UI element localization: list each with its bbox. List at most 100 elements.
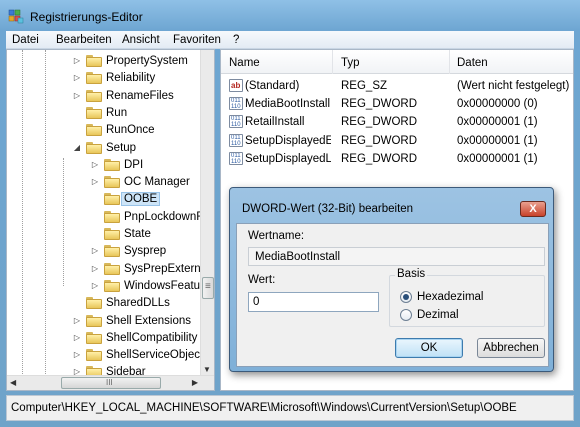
tree-item[interactable]: Run — [7, 105, 207, 122]
tree-item[interactable]: ▷ Reliability — [7, 70, 207, 87]
tree-item-label[interactable]: RenameFiles — [106, 90, 174, 102]
tree-item[interactable]: State — [7, 226, 207, 243]
tree-item[interactable]: OOBE — [7, 191, 207, 208]
column-header-data[interactable]: Daten — [457, 57, 488, 69]
cell-type: REG_DWORD — [341, 116, 418, 129]
tree-item[interactable]: ▷ DPI — [7, 157, 207, 174]
tree-item-label[interactable]: ShellCompatibility — [106, 332, 197, 344]
column-separator[interactable] — [449, 50, 450, 74]
ok-button[interactable]: OK — [395, 338, 463, 358]
expand-arrow-icon[interactable]: ▷ — [91, 160, 99, 169]
list-row[interactable]: 011 110 MediaBootInstall REG_DWORD 0x0000000… — [221, 95, 573, 113]
folder-icon — [86, 89, 102, 102]
tree-item[interactable]: PnpLockdownF — [7, 209, 207, 226]
dword-value-icon: 011 110 — [229, 115, 243, 129]
value-name-field: MediaBootInstall — [248, 247, 545, 266]
tree-item-label[interactable]: RunOnce — [106, 124, 155, 136]
list-row[interactable]: 011110SetupDisplayedL... REG_DWORD 0x00000… — [221, 150, 573, 168]
cell-name: SetupDisplayedE... — [245, 134, 331, 147]
tree-item-label[interactable]: DPI — [124, 159, 143, 171]
scroll-left-arrow-icon[interactable]: ◀ — [10, 378, 16, 387]
tree-item[interactable]: ▷ Shell Extensions — [7, 313, 207, 330]
list-row[interactable]: 011110SetupDisplayedE... REG_DWORD 0x00000… — [221, 132, 573, 150]
expand-arrow-icon[interactable]: ▷ — [73, 57, 81, 65]
tree-item-label[interactable]: State — [124, 228, 151, 240]
tree-item[interactable]: ▷ OC Manager — [7, 174, 207, 191]
scroll-right-arrow-icon[interactable]: ▶ — [192, 378, 198, 387]
cell-type: REG_DWORD — [341, 134, 418, 147]
tree-item[interactable]: ▷ RenameFiles — [7, 88, 207, 105]
cell-type: REG_SZ — [341, 80, 388, 92]
scroll-down-arrow-icon[interactable]: ▼ — [203, 365, 211, 374]
tree-item-label[interactable]: PnpLockdownF — [124, 211, 203, 223]
column-header-type[interactable]: Typ — [341, 57, 360, 69]
tree-item[interactable]: ▷ ShellServiceObject — [7, 347, 207, 364]
expand-arrow-icon[interactable]: ▷ — [73, 91, 81, 100]
tree-item-label[interactable]: OC Manager — [124, 176, 190, 188]
column-header-name[interactable]: Name — [229, 57, 260, 69]
folder-icon — [86, 72, 102, 85]
expand-arrow-icon[interactable]: ▷ — [91, 247, 99, 255]
value-name-text: MediaBootInstall — [255, 251, 341, 263]
tree-item[interactable]: ▷ SysPrepExterna — [7, 261, 207, 278]
tree-item-label[interactable]: Setup — [106, 142, 136, 154]
collapse-arrow-icon[interactable]: ◢ — [73, 143, 81, 152]
tree-item-label[interactable]: PropertySystem — [106, 55, 188, 67]
folder-icon — [104, 210, 120, 223]
tree-item[interactable]: ▷ PropertySystem — [7, 53, 207, 70]
list-row[interactable]: ab (Standard) REG_SZ (Wert nicht festgelegt… — [221, 77, 573, 95]
radio-hexadecimal-label[interactable]: Hexadezimal — [417, 291, 483, 303]
radio-decimal[interactable] — [400, 309, 412, 321]
tree-item-label[interactable]: OOBE — [120, 192, 161, 207]
radio-decimal-label[interactable]: Dezimal — [417, 309, 459, 321]
status-bar-path: Computer\HKEY_LOCAL_MACHINE\SOFTWARE\Mic… — [11, 402, 517, 414]
folder-icon — [86, 106, 102, 119]
expand-arrow-icon[interactable]: ▷ — [91, 281, 99, 290]
menu-item-favoriten[interactable]: Favoriten — [173, 34, 221, 46]
expand-arrow-icon[interactable]: ▷ — [91, 178, 99, 186]
cancel-button[interactable]: Abbrechen — [477, 338, 545, 358]
tree-vertical-scrollbar[interactable]: ▼ — [200, 50, 214, 376]
tree-item-label[interactable]: WindowsFeatu — [124, 280, 200, 292]
cell-name: RetailInstall — [245, 116, 305, 129]
tree-item-label[interactable]: ShellServiceObject — [106, 349, 203, 361]
tree-item-label[interactable]: SysPrepExterna — [124, 263, 207, 275]
title-bar[interactable]: Registrierungs-Editor — [0, 0, 580, 30]
tree-item[interactable]: ▷ Sysprep — [7, 243, 207, 260]
tree-horizontal-scroll-thumb[interactable] — [61, 377, 161, 389]
tree-item[interactable]: SharedDLLs — [7, 295, 207, 312]
expand-arrow-icon[interactable]: ▷ — [91, 264, 99, 273]
tree-vertical-scroll-thumb[interactable] — [202, 277, 214, 299]
dialog-close-button[interactable]: X — [520, 201, 546, 217]
tree-item[interactable]: RunOnce — [7, 122, 207, 139]
tree-item[interactable]: ▷ ShellCompatibility — [7, 330, 207, 347]
list-row[interactable]: 011 110 RetailInstall REG_DWORD 0x00000001 (… — [221, 113, 573, 131]
expand-arrow-icon[interactable]: ▷ — [73, 316, 81, 325]
expand-arrow-icon[interactable]: ▷ — [73, 74, 81, 82]
tree-item-label[interactable]: Run — [106, 107, 127, 119]
value-data-input[interactable] — [248, 292, 379, 312]
expand-arrow-icon[interactable]: ▷ — [73, 333, 81, 342]
menu-item-ansicht[interactable]: Ansicht — [122, 34, 160, 46]
cell-name: (Standard) — [245, 80, 300, 92]
tree-item-label[interactable]: Reliability — [106, 72, 155, 84]
tree-item-label[interactable]: Sysprep — [124, 245, 166, 257]
folder-icon — [104, 176, 120, 189]
tree-item-label[interactable]: SharedDLLs — [106, 297, 170, 309]
registry-editor-app-icon — [8, 9, 24, 24]
expand-arrow-icon[interactable]: ▷ — [73, 351, 81, 359]
menu-item-datei[interactable]: Datei — [12, 34, 39, 46]
column-separator[interactable] — [332, 50, 333, 74]
menu-item-help[interactable]: ? — [233, 34, 239, 46]
tree-item-label[interactable]: Shell Extensions — [106, 315, 191, 327]
tree-item[interactable]: ◢ Setup — [7, 140, 207, 157]
cell-name: MediaBootInstall — [245, 98, 331, 111]
folder-icon — [104, 193, 120, 206]
tree-horizontal-scrollbar[interactable]: ◀ ▶ — [7, 375, 214, 390]
menu-item-bearbeiten[interactable]: Bearbeiten — [56, 34, 112, 46]
tree-item[interactable]: ▷ WindowsFeatu — [7, 278, 207, 295]
radio-hexadecimal[interactable] — [400, 291, 412, 303]
folder-icon — [86, 331, 102, 344]
registry-key-tree[interactable]: ▷ PropertySystem ▷ Reliability ▷ RenameFiles R… — [6, 49, 215, 391]
cell-data: 0x00000001 (1) — [457, 116, 538, 129]
